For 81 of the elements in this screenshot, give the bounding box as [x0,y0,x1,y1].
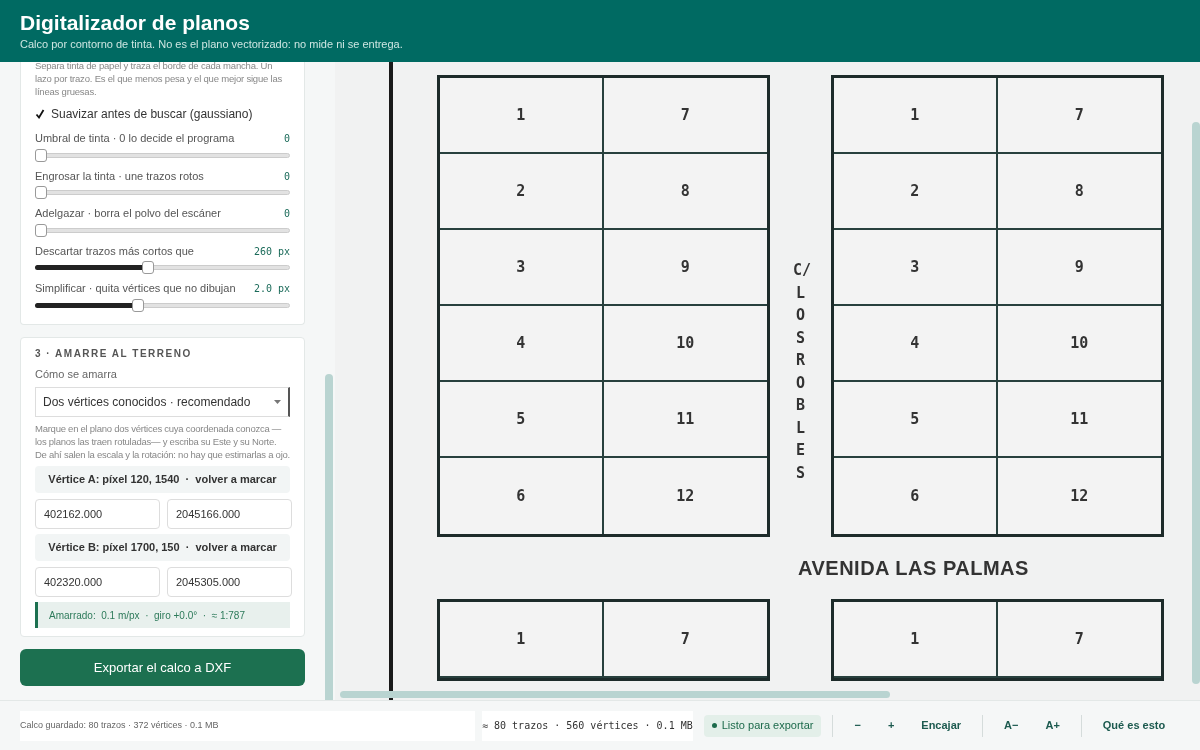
description-text: Separa tinta de papel y traza el borde de cada mancha. Un lazo por trazo. Es el que menos pesa y el que mejor sigue las líneas gruesas. [35,62,284,98]
scrollbar-thumb[interactable] [325,374,333,700]
lot-number: 7 [603,602,767,678]
lot-number: 1 [440,602,604,678]
lot-number: 7 [997,602,1161,678]
street-name: C/LOSROBLES [793,260,808,484]
scrollbar-thumb[interactable] [1192,122,1200,684]
slider-label: Adelgazar · borra el polvo del escáner [35,206,221,221]
field-label: Cómo se amarra [35,366,118,382]
lot-number: 11 [997,382,1161,458]
street-name: AVENIDA LAS PALMAS [798,556,1029,581]
lot-number: 10 [997,306,1161,382]
slider[interactable] [35,223,290,237]
lot-number: 2 [440,154,604,230]
toolbar-button[interactable]: Qué es esto [1092,711,1176,740]
method-select[interactable]: Dos vértices conocidos · recomendado [35,387,290,417]
slider-label: Umbral de tinta · 0 lo decide el programa [35,131,235,146]
lot-number: 1 [834,602,998,678]
section-title: 3 · AMARRE AL TERRENO [35,346,193,361]
lot-number: 9 [603,230,767,306]
status-message: Amarrado: 0.1 m/px · giro +0.0° · ≈ 1:787 [35,602,290,628]
toolbar-button[interactable]: − [844,711,871,740]
slider[interactable] [35,298,290,312]
lot-number: 12 [675,485,696,507]
caret-icon [274,400,281,404]
north-input[interactable]: 2045305.000 [167,567,292,597]
lot-number: 7 [603,78,767,154]
lot-number: 10 [603,306,767,382]
lot-number: 5 [834,382,998,458]
lot-number: 6 [834,458,998,534]
toolbar-button[interactable]: A− [994,711,1029,740]
app-title: Digitalizador de planos [20,10,251,36]
lot-number: 1 [834,78,998,154]
lot-number: 1 [440,78,604,154]
toolbar-button[interactable]: Encajar [911,711,972,740]
slider-value: 2.0 px [253,282,290,296]
scrollbar-thumb[interactable] [340,691,890,698]
slider-value: 0 [283,207,290,221]
slider-thumb[interactable] [35,223,47,237]
slider-label: Engrosar la tinta · une trazos rotos [35,168,204,184]
north-input[interactable]: 2045166.000 [167,499,292,529]
export-button[interactable]: Exportar el calco a DXF [20,649,305,686]
checkbox-label: Suavizar antes de buscar (gaussiano) [51,106,253,123]
slider-thumb[interactable] [35,148,47,162]
slider-value: 0 [283,132,290,146]
lot-number: 8 [603,154,767,230]
slider[interactable] [35,186,290,199]
vertex-button[interactable]: Vértice B: píxel 1700, 150 · volver a marcar [35,534,290,561]
slider[interactable] [35,148,290,162]
slider-thumb[interactable] [132,298,145,312]
checkbox[interactable] [35,109,45,119]
vertex-button[interactable]: Vértice A: píxel 120, 1540 · volver a marcar [35,466,290,493]
lot-number: 2 [834,154,998,230]
slider-value: 0 [283,169,290,184]
checkmark-icon [35,109,45,119]
lot-number: 4 [834,306,998,382]
lot-number: 5 [440,382,604,458]
slider-label: Descartar trazos más cortos que [35,243,194,259]
slider-value: 260 px [253,244,290,259]
lot-number: 6 [440,458,604,534]
lot-number: 3 [834,230,998,306]
trace-counts: ≈ 80 trazos · 560 vértices · 0.1 MB [482,710,693,741]
ready-badge: Listo para exportar [703,714,822,737]
slider-thumb[interactable] [141,261,154,274]
help-text: Marque en el plano dos vértices cuya coordenada conozca —los planos las traen rotuladas— y escriba su Este y su Norte. De ahí salen la escala y la rotación: no hay que estimarlas a ojo. [35,422,290,461]
lot-number: 8 [997,154,1161,230]
app-subtitle: Calco por contorno de tinta. No es el plano vectorizado: no mide ni se entrega. [20,37,404,52]
lot-number: 9 [997,230,1161,306]
lot-number: 3 [440,230,604,306]
lot-number: 11 [603,382,767,458]
east-input[interactable]: 402320.000 [35,567,160,597]
lot-number: 4 [440,306,604,382]
slider-thumb[interactable] [35,186,47,199]
toolbar-button[interactable]: A+ [1035,711,1070,740]
toolbar-button[interactable]: + [877,711,905,740]
slider-label: Simplificar · quita vértices que no dibujan [35,281,236,296]
lot-number: 12 [1069,485,1090,507]
east-input[interactable]: 402162.000 [35,499,160,529]
slider[interactable] [35,261,290,274]
saved-status: Calco guardado: 80 trazos · 372 vértices · 0.1 MB [20,710,475,741]
lot-number: 7 [997,78,1161,154]
